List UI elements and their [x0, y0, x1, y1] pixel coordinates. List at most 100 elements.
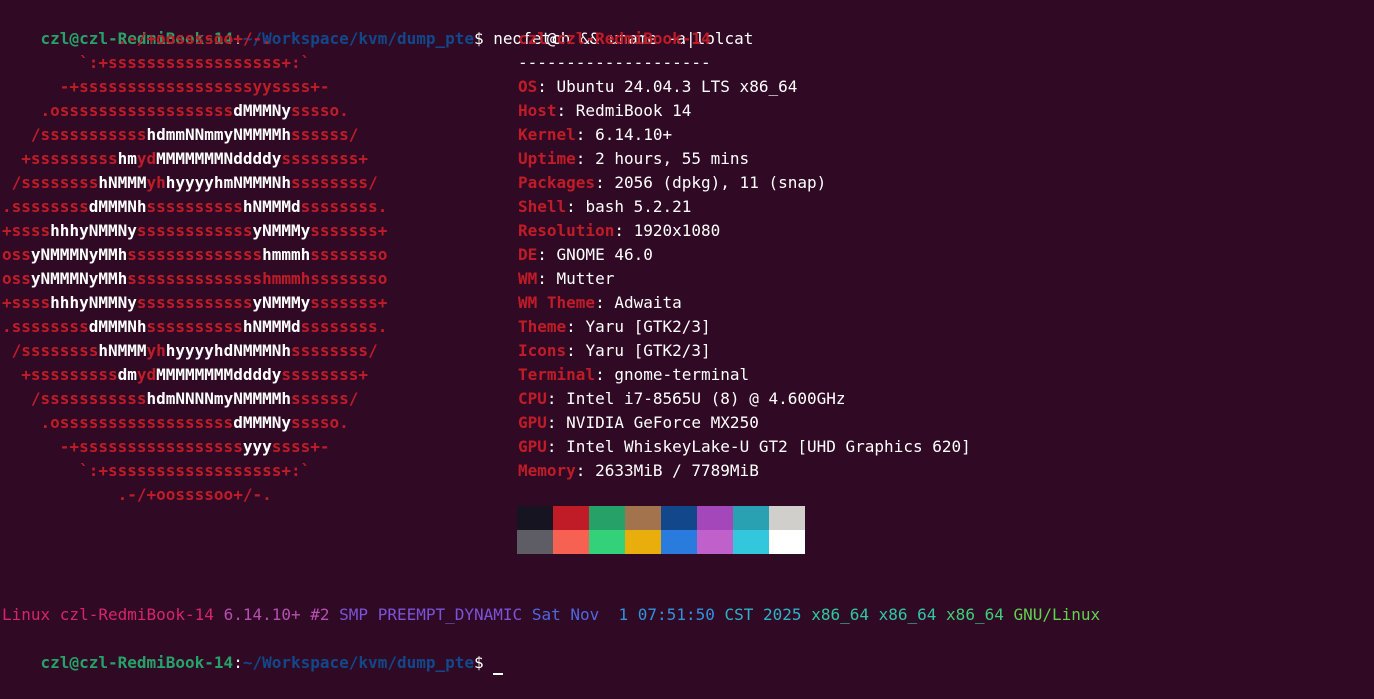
info-key: WM Theme	[518, 293, 596, 312]
info-row: Theme: Yaru [GTK2/3]	[518, 315, 971, 339]
logo-segment: ssssssss+	[281, 365, 369, 384]
info-row: Resolution: 1920x1080	[518, 219, 971, 243]
info-row: GPU: Intel WhiskeyLake-U GT2 [UHD Graphi…	[518, 435, 971, 459]
info-value: Yaru [GTK2/3]	[585, 341, 711, 360]
logo-segment: sssso.	[290, 413, 349, 432]
text-cursor	[493, 653, 504, 675]
logo-segment: dMMMNy	[233, 413, 291, 432]
info-value: 6.14.10+	[595, 125, 673, 144]
prompt-dollar: $	[474, 29, 484, 48]
logo-line: +ssssssssshmydMMMMMMMNddddyssssssss+	[2, 147, 387, 171]
info-key: Memory	[518, 461, 576, 480]
info-key: Shell	[518, 197, 567, 216]
logo-segment: ssssssso	[310, 245, 388, 264]
logo-segment: +sssssssss	[2, 365, 118, 384]
logo-line: +sssssssssdmydMMMMMMMMddddyssssssss+	[2, 363, 387, 387]
info-header: czl@czl-RedmiBook-14	[518, 27, 971, 51]
color-swatch	[589, 530, 625, 554]
logo-line: +sssshhhyNMMNyssssssssssssyNMMMysssssss+	[2, 219, 387, 243]
info-value: RedmiBook 14	[575, 101, 692, 120]
prompt-line[interactable]: czl@czl-RedmiBook-14:~/Workspace/kvm/dum…	[2, 627, 504, 675]
info-row: WM Theme: Adwaita	[518, 291, 971, 315]
logo-segment: yyy	[242, 437, 272, 456]
info-key: Icons	[518, 341, 567, 360]
color-swatch	[769, 506, 805, 530]
logo-segment: hNMMMd	[242, 317, 301, 336]
logo-segment: hyyyyhmNMMMNh	[165, 173, 291, 192]
info-key: GPU	[518, 437, 547, 456]
color-palette	[517, 506, 805, 554]
prompt-user-host: czl@czl-RedmiBook-14	[40, 653, 234, 672]
logo-segment: -+sssssssssssssssss	[2, 437, 243, 456]
info-row: Memory: 2633MiB / 7789MiB	[518, 459, 971, 483]
info-value: 2056 (dpkg), 11 (snap)	[614, 173, 827, 192]
info-colon: :	[566, 317, 586, 336]
color-swatch	[589, 506, 625, 530]
info-key: OS	[518, 77, 538, 96]
logo-segment: yh	[146, 173, 166, 192]
info-header-host: czl-RedmiBook-14	[556, 29, 711, 48]
logo-segment: hdmmNNmmyNMMMMh	[146, 125, 292, 144]
prompt-dollar: $	[474, 653, 484, 672]
info-value: Yaru [GTK2/3]	[585, 317, 711, 336]
color-swatch	[553, 530, 589, 554]
logo-line: /ssssssssssshdmmNNmmyNMMMMhssssss/	[2, 123, 387, 147]
info-value: 2633MiB / 7789MiB	[595, 461, 759, 480]
info-row: Terminal: gnome-terminal	[518, 363, 971, 387]
info-row: WM: Mutter	[518, 267, 971, 291]
logo-segment: ssssss/	[291, 125, 359, 144]
logo-segment: ssssss/	[291, 389, 359, 408]
logo-segment: /sssssssssss	[2, 125, 147, 144]
info-key: DE	[518, 245, 538, 264]
info-row: OS: Ubuntu 24.04.3 LTS x86_64	[518, 75, 971, 99]
logo-line: .ssssssssdMMMNhsssssssssshNMMMdssssssss.	[2, 315, 387, 339]
color-swatch	[733, 506, 769, 530]
info-colon: :	[546, 389, 567, 408]
info-rows: OS: Ubuntu 24.04.3 LTS x86_64 Host: Redmi…	[518, 75, 971, 483]
logo-segment: hyyyyhdNMMMNh	[165, 341, 291, 360]
info-colon: :	[595, 293, 615, 312]
logo-segment: -+ssssssssssssssssssyyssss+-	[2, 77, 330, 96]
color-swatch	[769, 530, 805, 554]
info-colon: :	[614, 221, 634, 240]
logo-segment: hhhyNMMNy	[50, 221, 137, 240]
logo-segment: .ssssssss	[2, 317, 89, 336]
logo-segment: dMMMNh	[88, 197, 147, 216]
logo-line: .ossssssssssssssssssdMMMNysssso.	[2, 411, 387, 435]
logo-segment: dMMMNh	[88, 317, 147, 336]
info-value: NVIDIA GeForce MX250	[566, 413, 759, 432]
logo-line: .-/+oossssoo+/-.	[2, 483, 387, 507]
info-key: GPU	[518, 413, 547, 432]
logo-segment: /sssssssssss	[2, 389, 147, 408]
color-swatch	[697, 530, 733, 554]
logo-segment: sssssss+	[310, 221, 388, 240]
info-value: Mutter	[556, 269, 615, 288]
uname-segment: CST 2025	[724, 605, 812, 624]
logo-segment: sssso.	[290, 101, 349, 120]
logo-segment: yd	[136, 365, 157, 384]
logo-line: -+sssssssssssssssssyyyssss+-	[2, 435, 387, 459]
uname-segment: Sat Nov	[531, 605, 619, 624]
terminal-window[interactable]: czl@czl-RedmiBook-14: ~/Workspace/kvm/dum…	[0, 0, 1374, 675]
info-value: Intel WhiskeyLake-U GT2 [UHD Graphics 62…	[566, 437, 971, 456]
uname-segment: 1 07:51:50	[618, 605, 725, 624]
logo-segment: /ssssssss	[2, 173, 99, 192]
info-colon: :	[566, 341, 586, 360]
prompt-path: ~/Workspace/kvm/dump_pte	[242, 653, 475, 672]
info-header-user: czl	[518, 29, 547, 48]
logo-segment: oss	[2, 269, 31, 288]
logo-segment: ssssssss/	[291, 341, 378, 360]
logo-segment: ssssssssss	[146, 197, 243, 216]
logo-line: /ssssssssssshdmNNNNmyNMMMMhssssss/	[2, 387, 387, 411]
info-key: Host	[518, 101, 557, 120]
uname-segment: x86_64	[946, 605, 1014, 624]
logo-segment: .ossssssssssssssssss	[2, 413, 234, 432]
info-row: Uptime: 2 hours, 55 mins	[518, 147, 971, 171]
logo-segment: dm	[117, 365, 137, 384]
logo-segment: /ssssssss	[2, 341, 99, 360]
logo-line: `:+ssssssssssssssssss+:`	[2, 459, 387, 483]
uname-segment: x86_64 x86_64	[811, 605, 947, 624]
logo-segment: ssssssss+	[281, 149, 369, 168]
info-key: WM	[518, 269, 538, 288]
info-colon: :	[566, 197, 586, 216]
